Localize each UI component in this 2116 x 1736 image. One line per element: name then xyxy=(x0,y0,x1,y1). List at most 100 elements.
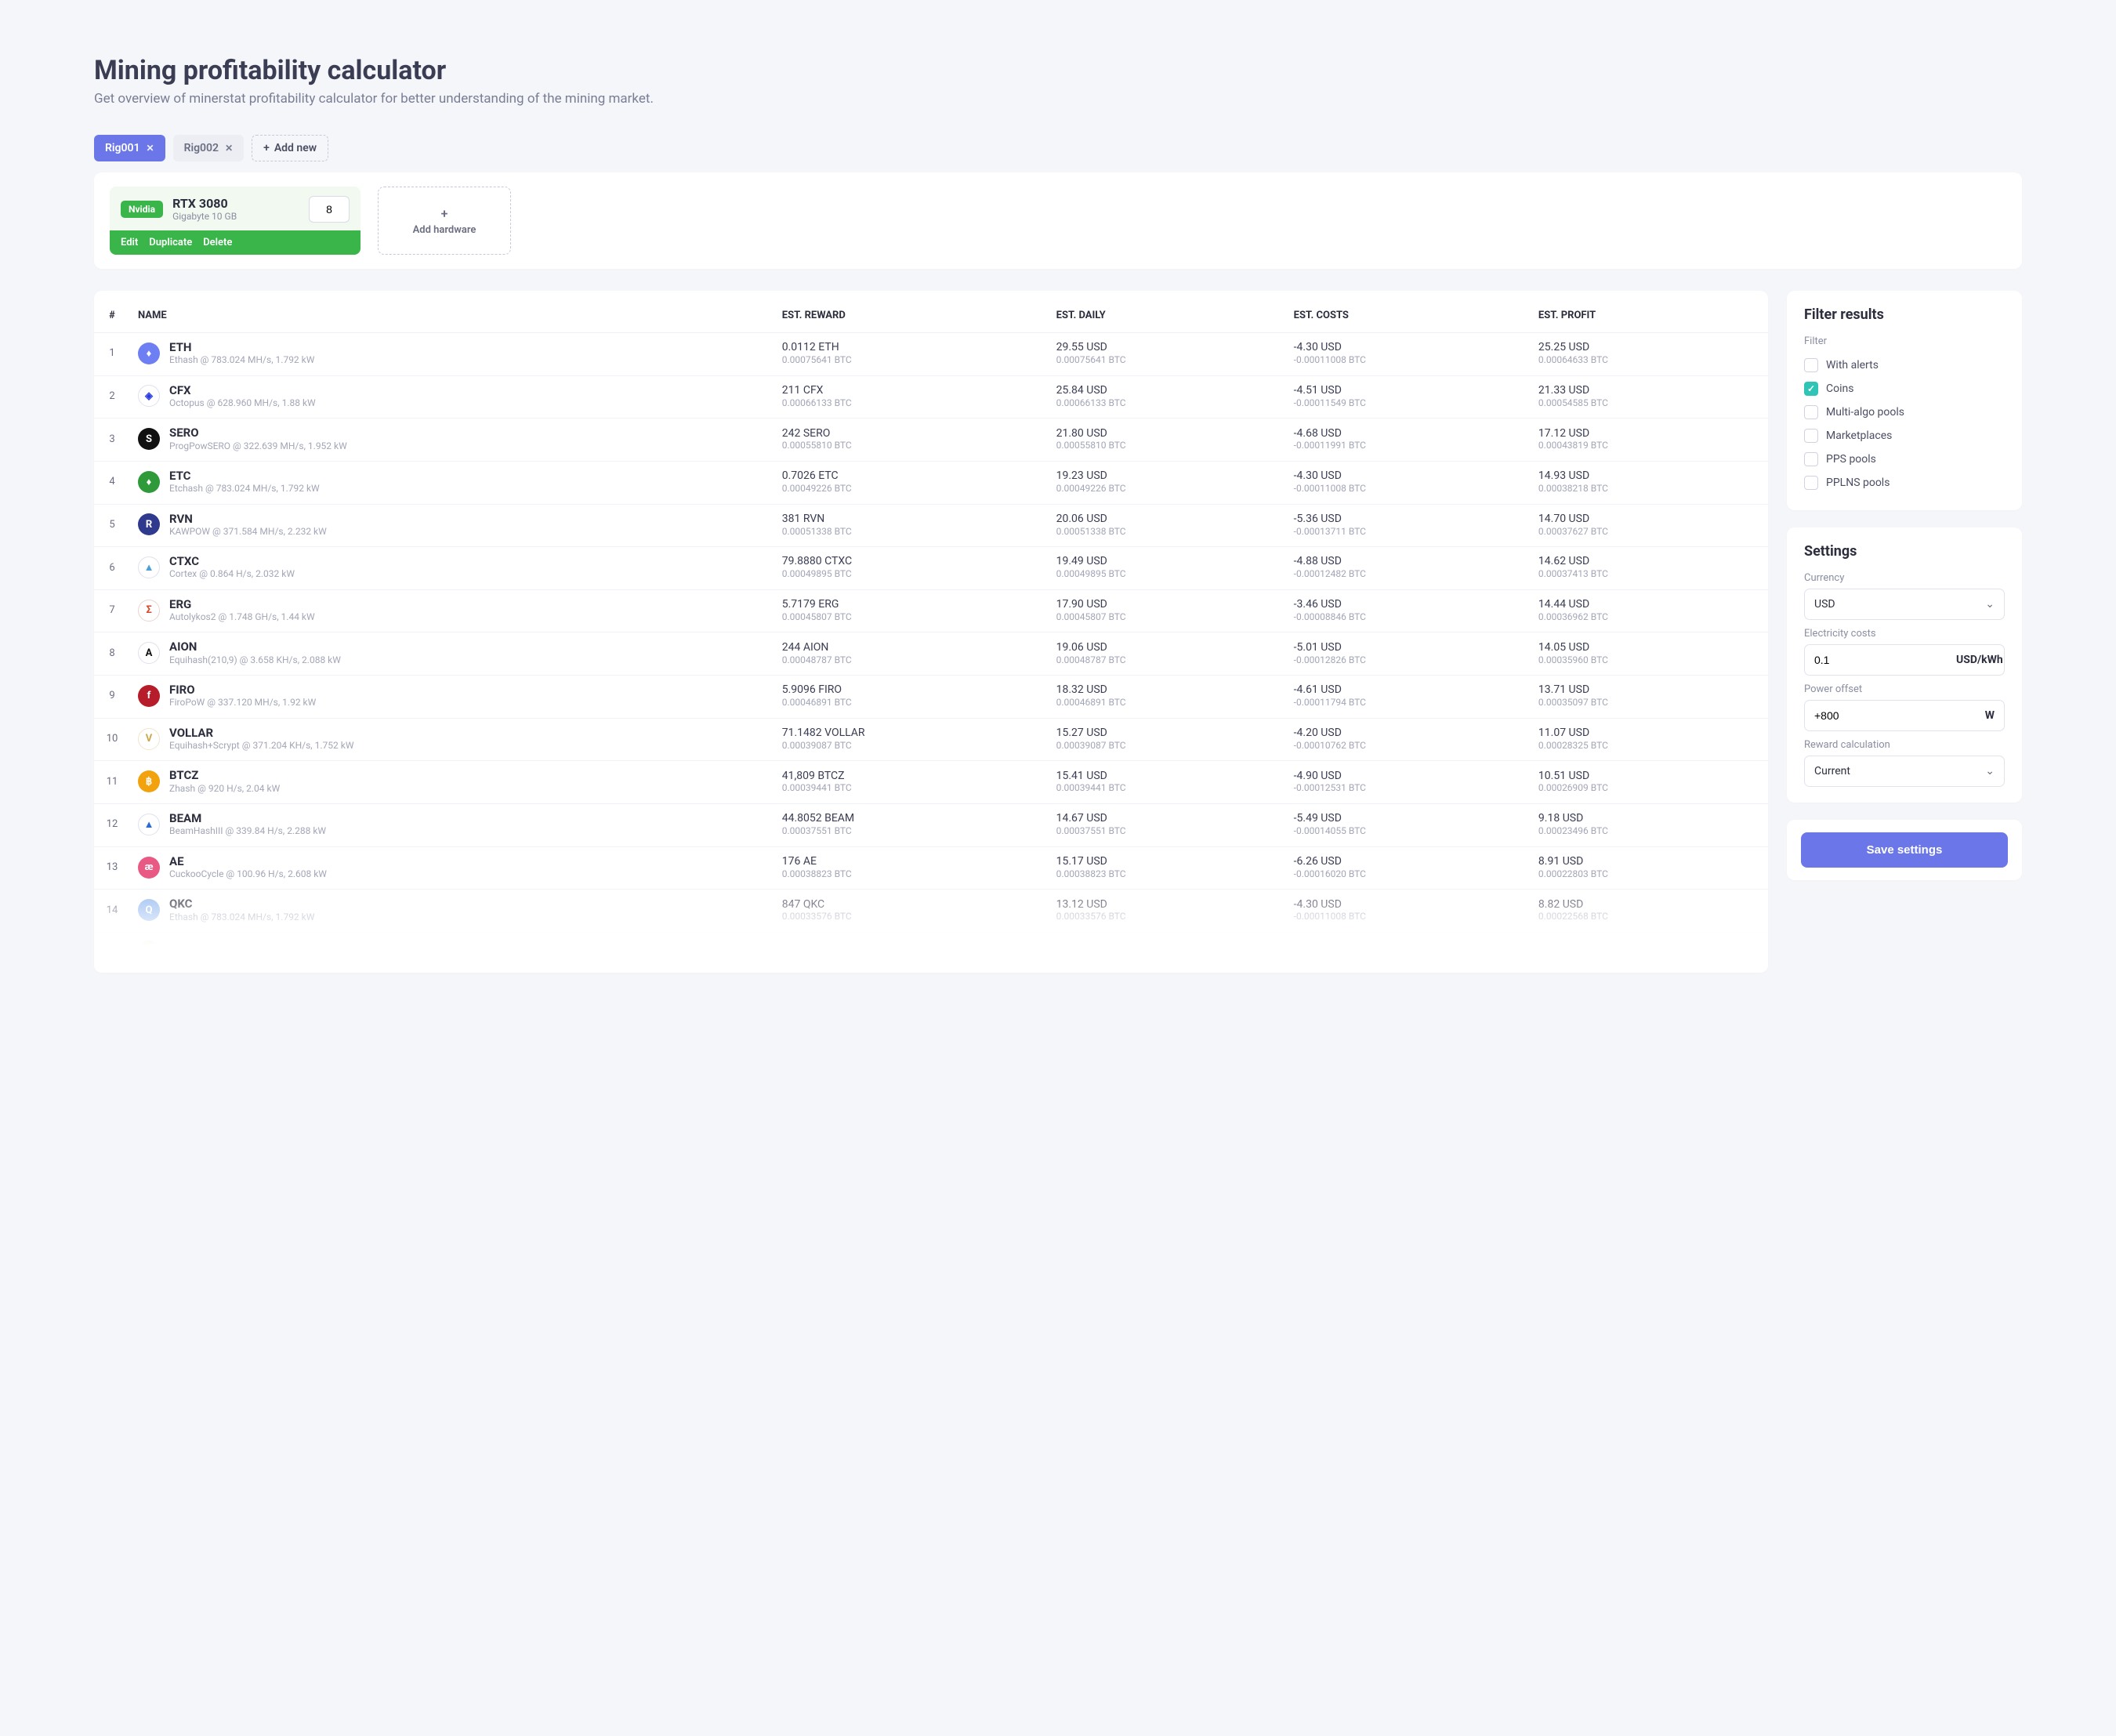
filter-item[interactable]: Coins xyxy=(1804,377,2005,400)
table-row[interactable]: 9fFIROFiroPoW @ 337.120 MH/s, 1.92 kW5.9… xyxy=(94,676,1768,719)
add-hardware-button[interactable]: + Add hardware xyxy=(378,187,511,255)
coin-icon: ▲ xyxy=(138,814,160,835)
table-row[interactable]: 15GBTG0.4550 BTG13.63 USD-4.90 USD8.73 U… xyxy=(94,932,1768,972)
reward-btc: 0.00066133 BTC xyxy=(782,397,1041,408)
close-icon[interactable]: ✕ xyxy=(225,143,233,154)
row-rank: 8 xyxy=(94,632,130,676)
row-rank: 9 xyxy=(94,676,130,719)
table-row[interactable]: 10VVOLLAREquihash+Scrypt @ 371.204 KH/s,… xyxy=(94,718,1768,761)
col-header-name[interactable]: NAME xyxy=(130,299,774,333)
daily-btc: 0.00055810 BTC xyxy=(1056,440,1278,451)
coin-icon: S xyxy=(138,428,160,450)
reward-main: 5.7179 ERG xyxy=(782,598,1041,611)
col-header-daily[interactable]: EST. DAILY xyxy=(1049,299,1286,333)
rig-tab-inactive[interactable]: Rig002 ✕ xyxy=(173,135,245,161)
power-offset-input[interactable] xyxy=(1814,709,1985,722)
costs-main: -5.36 USD xyxy=(1294,513,1523,526)
currency-select[interactable]: USD ⌄ xyxy=(1804,589,2005,620)
coin-algo: CuckooCycle @ 100.96 H/s, 2.608 kW xyxy=(169,868,327,879)
reward-main: 211 CFX xyxy=(782,384,1041,397)
table-row[interactable]: 11฿BTCZZhash @ 920 H/s, 2.04 kW41,809 BT… xyxy=(94,761,1768,804)
results-table-panel: # NAME EST. REWARD EST. DAILY EST. COSTS… xyxy=(94,291,1768,973)
row-rank: 10 xyxy=(94,718,130,761)
costs-btc: -0.00011549 BTC xyxy=(1294,397,1523,408)
save-settings-button[interactable]: Save settings xyxy=(1801,832,2008,868)
coin-icon: A xyxy=(138,642,160,664)
table-row[interactable]: 2◈CFXOctopus @ 628.960 MH/s, 1.88 kW211 … xyxy=(94,375,1768,419)
row-rank: 15 xyxy=(94,932,130,972)
profit-main: 14.44 USD xyxy=(1538,598,1760,611)
row-rank: 4 xyxy=(94,461,130,504)
add-rig-button[interactable]: + Add new xyxy=(252,135,328,161)
reward-calc-select[interactable]: Current ⌄ xyxy=(1804,756,2005,787)
coin-icon: f xyxy=(138,685,160,707)
filter-card: Filter results Filter With alertsCoinsMu… xyxy=(1787,291,2022,510)
results-table: # NAME EST. REWARD EST. DAILY EST. COSTS… xyxy=(94,299,1768,973)
profit-btc: 0.00026909 BTC xyxy=(1538,782,1760,793)
close-icon[interactable]: ✕ xyxy=(147,143,154,154)
col-header-profit[interactable]: EST. PROFIT xyxy=(1531,299,1768,333)
profit-main: 10.51 USD xyxy=(1538,770,1760,783)
costs-main: -4.88 USD xyxy=(1294,555,1523,568)
daily-btc: 0.00037551 BTC xyxy=(1056,825,1278,836)
coin-symbol: AION xyxy=(169,640,341,654)
table-row[interactable]: 1♦ETHEthash @ 783.024 MH/s, 1.792 kW0.01… xyxy=(94,333,1768,376)
checkbox-icon xyxy=(1804,358,1818,372)
coin-algo: Cortex @ 0.864 H/s, 2.032 kW xyxy=(169,568,295,579)
duplicate-button[interactable]: Duplicate xyxy=(149,237,192,248)
table-row[interactable]: 13æAECuckooCycle @ 100.96 H/s, 2.608 kW1… xyxy=(94,846,1768,890)
filter-item[interactable]: PPS pools xyxy=(1804,448,2005,471)
col-header-rank[interactable]: # xyxy=(94,299,130,333)
coin-algo: KAWPOW @ 371.584 MH/s, 2.232 kW xyxy=(169,526,327,537)
reward-main: 847 QKC xyxy=(782,898,1041,911)
plus-icon: + xyxy=(441,206,448,221)
coin-symbol: CTXC xyxy=(169,555,295,568)
hardware-qty-input[interactable] xyxy=(309,196,350,223)
table-row[interactable]: 3SSEROProgPowSERO @ 322.639 MH/s, 1.952 … xyxy=(94,419,1768,462)
costs-main: -3.46 USD xyxy=(1294,598,1523,611)
delete-button[interactable]: Delete xyxy=(203,237,232,248)
checkbox-icon xyxy=(1804,452,1818,466)
row-rank: 12 xyxy=(94,804,130,847)
costs-btc: -0.00011008 BTC xyxy=(1294,911,1523,922)
col-header-reward[interactable]: EST. REWARD xyxy=(774,299,1049,333)
reward-btc: 0.00051338 BTC xyxy=(782,526,1041,537)
hardware-card: Nvidia RTX 3080 Gigabyte 10 GB Edit Dupl… xyxy=(110,187,361,255)
rig-tab-active[interactable]: Rig001 ✕ xyxy=(94,135,165,161)
coin-symbol: ERG xyxy=(169,598,315,611)
daily-main: 13.63 USD xyxy=(1056,945,1278,959)
filter-item-label: With alerts xyxy=(1826,359,1879,371)
row-rank: 13 xyxy=(94,846,130,890)
edit-button[interactable]: Edit xyxy=(121,237,138,248)
reward-btc: 0.00039441 BTC xyxy=(782,782,1041,793)
filter-item[interactable]: With alerts xyxy=(1804,353,2005,377)
reward-main: 0.0112 ETH xyxy=(782,341,1041,354)
daily-btc: 0.00033576 BTC xyxy=(1056,911,1278,922)
table-row[interactable]: 14QQKCEthash @ 783.024 MH/s, 1.792 kW847… xyxy=(94,890,1768,933)
filter-item-label: PPS pools xyxy=(1826,453,1876,466)
table-row[interactable]: 12▲BEAMBeamHashIII @ 339.84 H/s, 2.288 k… xyxy=(94,804,1768,847)
table-row[interactable]: 7ΣERGAutolykos2 @ 1.748 GH/s, 1.44 kW5.7… xyxy=(94,589,1768,632)
reward-main: 79.8880 CTXC xyxy=(782,555,1041,568)
profit-main: 8.91 USD xyxy=(1538,855,1760,868)
profit-btc: 0.00038218 BTC xyxy=(1538,483,1760,494)
reward-main: 176 AE xyxy=(782,855,1041,868)
profit-btc: 0.00022803 BTC xyxy=(1538,868,1760,879)
filter-item-label: Coins xyxy=(1826,382,1853,395)
col-header-costs[interactable]: EST. COSTS xyxy=(1286,299,1531,333)
filter-item[interactable]: PPLNS pools xyxy=(1804,471,2005,495)
daily-main: 15.17 USD xyxy=(1056,855,1278,868)
filter-item[interactable]: Multi-algo pools xyxy=(1804,400,2005,424)
rig-tab-label: Rig002 xyxy=(184,142,219,154)
table-row[interactable]: 4♦ETCEtchash @ 783.024 MH/s, 1.792 kW0.7… xyxy=(94,461,1768,504)
coin-symbol: ETC xyxy=(169,469,320,483)
daily-btc: 0.00046891 BTC xyxy=(1056,697,1278,708)
filter-item[interactable]: Marketplaces xyxy=(1804,424,2005,448)
hardware-model: RTX 3080 xyxy=(172,197,237,211)
table-row[interactable]: 8AAIONEquihash(210,9) @ 3.658 KH/s, 2.08… xyxy=(94,632,1768,676)
coin-algo: Octopus @ 628.960 MH/s, 1.88 kW xyxy=(169,397,316,408)
electricity-input[interactable] xyxy=(1814,654,1956,666)
daily-btc: 0.00039087 BTC xyxy=(1056,740,1278,751)
table-row[interactable]: 6▲CTXCCortex @ 0.864 H/s, 2.032 kW79.888… xyxy=(94,547,1768,590)
table-row[interactable]: 5RRVNKAWPOW @ 371.584 MH/s, 2.232 kW381 … xyxy=(94,504,1768,547)
